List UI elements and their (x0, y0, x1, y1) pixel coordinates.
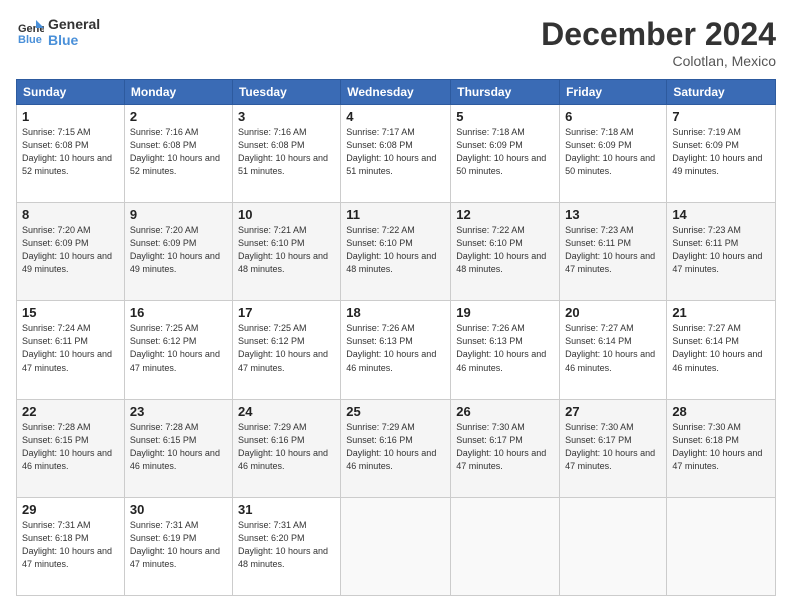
table-row: 17Sunrise: 7:25 AMSunset: 6:12 PMDayligh… (232, 301, 340, 399)
calendar-table: Sunday Monday Tuesday Wednesday Thursday… (16, 79, 776, 596)
table-row: 14Sunrise: 7:23 AMSunset: 6:11 PMDayligh… (667, 203, 776, 301)
title-area: December 2024 Colotlan, Mexico (541, 16, 776, 69)
logo-icon: General Blue (16, 18, 44, 46)
month-title: December 2024 (541, 16, 776, 53)
table-row: 20Sunrise: 7:27 AMSunset: 6:14 PMDayligh… (560, 301, 667, 399)
calendar-week-3: 15Sunrise: 7:24 AMSunset: 6:11 PMDayligh… (17, 301, 776, 399)
table-row: 3Sunrise: 7:16 AMSunset: 6:08 PMDaylight… (232, 105, 340, 203)
logo-line1: General (48, 16, 100, 32)
table-row: 15Sunrise: 7:24 AMSunset: 6:11 PMDayligh… (17, 301, 125, 399)
table-row: 21Sunrise: 7:27 AMSunset: 6:14 PMDayligh… (667, 301, 776, 399)
table-row: 26Sunrise: 7:30 AMSunset: 6:17 PMDayligh… (451, 399, 560, 497)
calendar-week-4: 22Sunrise: 7:28 AMSunset: 6:15 PMDayligh… (17, 399, 776, 497)
table-row: 22Sunrise: 7:28 AMSunset: 6:15 PMDayligh… (17, 399, 125, 497)
calendar-header-row: Sunday Monday Tuesday Wednesday Thursday… (17, 80, 776, 105)
header-friday: Friday (560, 80, 667, 105)
header-sunday: Sunday (17, 80, 125, 105)
table-row: 4Sunrise: 7:17 AMSunset: 6:08 PMDaylight… (341, 105, 451, 203)
table-row: 11Sunrise: 7:22 AMSunset: 6:10 PMDayligh… (341, 203, 451, 301)
table-row (560, 497, 667, 595)
table-row: 7Sunrise: 7:19 AMSunset: 6:09 PMDaylight… (667, 105, 776, 203)
table-row: 16Sunrise: 7:25 AMSunset: 6:12 PMDayligh… (124, 301, 232, 399)
table-row: 1Sunrise: 7:15 AMSunset: 6:08 PMDaylight… (17, 105, 125, 203)
header-monday: Monday (124, 80, 232, 105)
table-row: 2Sunrise: 7:16 AMSunset: 6:08 PMDaylight… (124, 105, 232, 203)
table-row (341, 497, 451, 595)
table-row: 6Sunrise: 7:18 AMSunset: 6:09 PMDaylight… (560, 105, 667, 203)
header-tuesday: Tuesday (232, 80, 340, 105)
table-row: 29Sunrise: 7:31 AMSunset: 6:18 PMDayligh… (17, 497, 125, 595)
table-row: 27Sunrise: 7:30 AMSunset: 6:17 PMDayligh… (560, 399, 667, 497)
header: General Blue General Blue December 2024 … (16, 16, 776, 69)
header-wednesday: Wednesday (341, 80, 451, 105)
table-row: 10Sunrise: 7:21 AMSunset: 6:10 PMDayligh… (232, 203, 340, 301)
table-row: 23Sunrise: 7:28 AMSunset: 6:15 PMDayligh… (124, 399, 232, 497)
calendar-week-2: 8Sunrise: 7:20 AMSunset: 6:09 PMDaylight… (17, 203, 776, 301)
table-row: 30Sunrise: 7:31 AMSunset: 6:19 PMDayligh… (124, 497, 232, 595)
table-row: 28Sunrise: 7:30 AMSunset: 6:18 PMDayligh… (667, 399, 776, 497)
table-row: 18Sunrise: 7:26 AMSunset: 6:13 PMDayligh… (341, 301, 451, 399)
logo-line2: Blue (48, 32, 100, 48)
table-row: 19Sunrise: 7:26 AMSunset: 6:13 PMDayligh… (451, 301, 560, 399)
table-row: 24Sunrise: 7:29 AMSunset: 6:16 PMDayligh… (232, 399, 340, 497)
table-row: 5Sunrise: 7:18 AMSunset: 6:09 PMDaylight… (451, 105, 560, 203)
table-row: 13Sunrise: 7:23 AMSunset: 6:11 PMDayligh… (560, 203, 667, 301)
logo: General Blue General Blue (16, 16, 100, 48)
svg-text:Blue: Blue (18, 34, 42, 46)
calendar-week-5: 29Sunrise: 7:31 AMSunset: 6:18 PMDayligh… (17, 497, 776, 595)
location: Colotlan, Mexico (541, 53, 776, 69)
table-row: 12Sunrise: 7:22 AMSunset: 6:10 PMDayligh… (451, 203, 560, 301)
table-row: 8Sunrise: 7:20 AMSunset: 6:09 PMDaylight… (17, 203, 125, 301)
calendar-week-1: 1Sunrise: 7:15 AMSunset: 6:08 PMDaylight… (17, 105, 776, 203)
table-row (667, 497, 776, 595)
header-thursday: Thursday (451, 80, 560, 105)
table-row (451, 497, 560, 595)
table-row: 25Sunrise: 7:29 AMSunset: 6:16 PMDayligh… (341, 399, 451, 497)
calendar-page: General Blue General Blue December 2024 … (0, 0, 792, 612)
table-row: 9Sunrise: 7:20 AMSunset: 6:09 PMDaylight… (124, 203, 232, 301)
header-saturday: Saturday (667, 80, 776, 105)
table-row: 31Sunrise: 7:31 AMSunset: 6:20 PMDayligh… (232, 497, 340, 595)
